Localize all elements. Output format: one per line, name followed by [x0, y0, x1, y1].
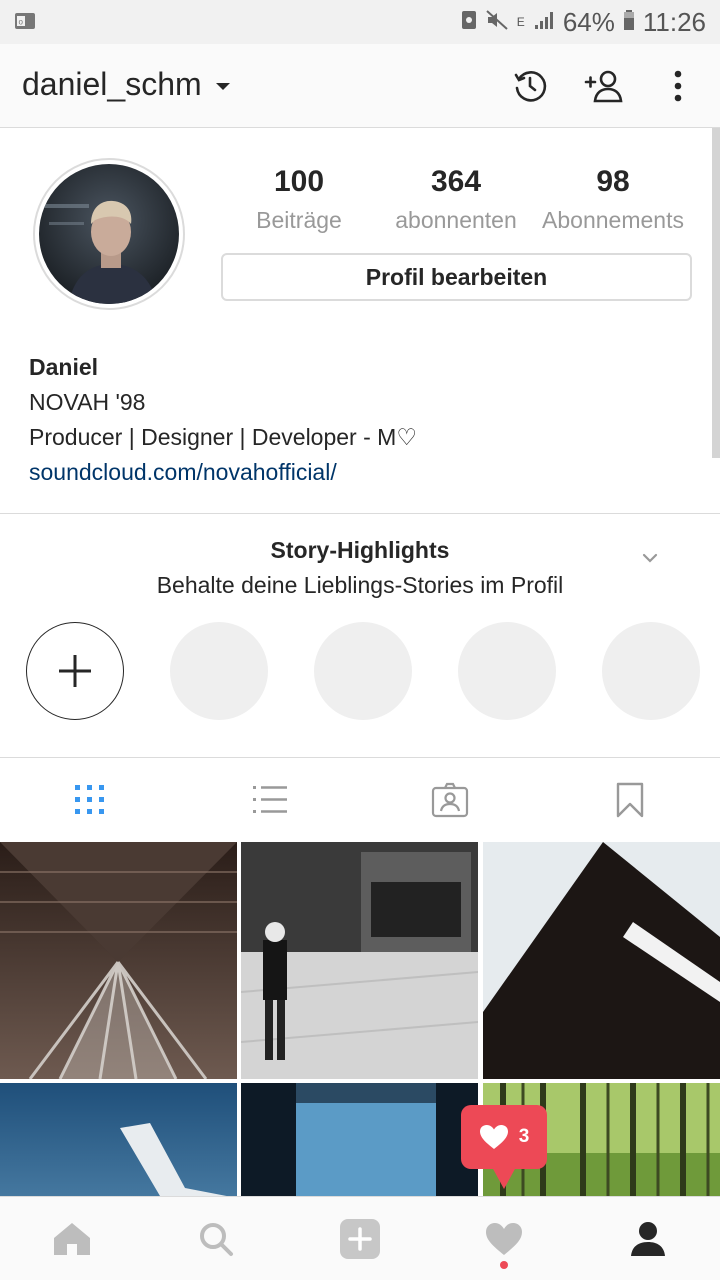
- bio-line-2: Producer | Designer | Developer - M♡: [29, 424, 417, 450]
- scrollbar[interactable]: [712, 128, 720, 458]
- bottom-navigation: [0, 1196, 720, 1280]
- battery-percent: 64%: [562, 6, 615, 37]
- profile-bio: Daniel NOVAH '98 Producer | Designer | D…: [29, 350, 689, 490]
- battery-icon: [623, 7, 635, 38]
- highlights-collapse-button[interactable]: [640, 548, 660, 573]
- tab-saved[interactable]: [540, 758, 720, 842]
- bio-line-1: NOVAH '98: [29, 389, 146, 415]
- posts-label: Beiträge: [256, 207, 342, 233]
- nav-profile[interactable]: [576, 1197, 720, 1280]
- activity-notification-bubble[interactable]: 3: [461, 1105, 547, 1169]
- highlight-placeholder: [170, 622, 268, 720]
- tab-list[interactable]: [180, 758, 360, 842]
- bubble-tail: [492, 1167, 516, 1189]
- android-icon: [461, 7, 477, 38]
- highlights-title: Story-Highlights: [270, 537, 450, 563]
- signal-icon: [533, 7, 555, 38]
- top-app-bar: daniel_schm: [0, 44, 720, 128]
- highlight-placeholder: [602, 622, 700, 720]
- outlook-notification-icon: o: [14, 11, 36, 36]
- nav-new-post[interactable]: [288, 1197, 432, 1280]
- add-icon: [340, 1218, 380, 1259]
- profile-stats: 100 Beiträge 364 abonnenten 98 Abonnemen…: [221, 165, 691, 234]
- followers-stat[interactable]: 364 abonnenten: [378, 165, 534, 234]
- bookmark-icon: [616, 782, 644, 818]
- archive-history-button[interactable]: [508, 64, 552, 108]
- post-thumbnail[interactable]: [241, 842, 478, 1079]
- add-person-icon: [584, 70, 623, 103]
- discover-people-button[interactable]: [582, 64, 626, 108]
- account-switcher[interactable]: daniel_schm: [22, 66, 230, 103]
- profile-tabs: [0, 758, 720, 842]
- edit-profile-button[interactable]: Profil bearbeiten: [221, 253, 692, 301]
- profile-avatar[interactable]: [33, 158, 185, 310]
- highlights-subtitle: Behalte deine Lieblings-Stories im Profi…: [156, 572, 564, 598]
- chevron-down-icon: [215, 83, 230, 90]
- nav-search[interactable]: [144, 1197, 288, 1280]
- search-icon: [200, 1222, 233, 1256]
- network-type: E: [516, 15, 525, 29]
- list-icon: [253, 786, 287, 813]
- post-thumbnail[interactable]: [0, 842, 237, 1079]
- username-title: daniel_schm: [22, 66, 202, 102]
- nav-home[interactable]: [0, 1197, 144, 1280]
- clock: 11:26: [642, 6, 706, 37]
- home-icon: [54, 1222, 90, 1255]
- heart-icon: [479, 1125, 508, 1149]
- chevron-down-icon: [642, 553, 658, 563]
- following-count: 98: [596, 165, 630, 198]
- profile-name: Daniel: [29, 354, 99, 380]
- mute-icon: [485, 7, 509, 38]
- tab-grid[interactable]: [0, 758, 180, 842]
- grid-icon: [75, 785, 104, 814]
- history-icon: [514, 71, 547, 102]
- followers-count: 364: [430, 165, 482, 198]
- following-stat[interactable]: 98 Abonnements: [535, 165, 691, 234]
- tab-tagged[interactable]: [360, 758, 540, 842]
- new-highlight-button[interactable]: [26, 622, 124, 720]
- plus-icon: [59, 655, 91, 687]
- activity-heart-icon: [486, 1222, 522, 1255]
- options-menu-button[interactable]: [656, 64, 700, 108]
- highlight-placeholder: [458, 622, 556, 720]
- svg-text:o: o: [19, 18, 24, 27]
- posts-count: 100: [273, 165, 325, 198]
- followers-label: abonnenten: [395, 207, 517, 233]
- activity-indicator-dot: [500, 1261, 508, 1269]
- notification-count: 3: [518, 1126, 530, 1147]
- status-bar: o E 64% 11:26: [0, 0, 720, 44]
- avatar: [39, 164, 179, 304]
- tagged-icon: [431, 782, 469, 818]
- following-label: Abonnements: [542, 207, 684, 233]
- posts-stat[interactable]: 100 Beiträge: [221, 165, 377, 234]
- bio-website-link[interactable]: soundcloud.com/novahofficial/: [29, 455, 689, 490]
- highlight-placeholder: [314, 622, 412, 720]
- post-thumbnail[interactable]: [483, 842, 720, 1079]
- profile-icon: [631, 1221, 665, 1256]
- divider: [0, 513, 720, 514]
- more-vertical-icon: [674, 70, 682, 102]
- nav-activity[interactable]: [432, 1197, 576, 1280]
